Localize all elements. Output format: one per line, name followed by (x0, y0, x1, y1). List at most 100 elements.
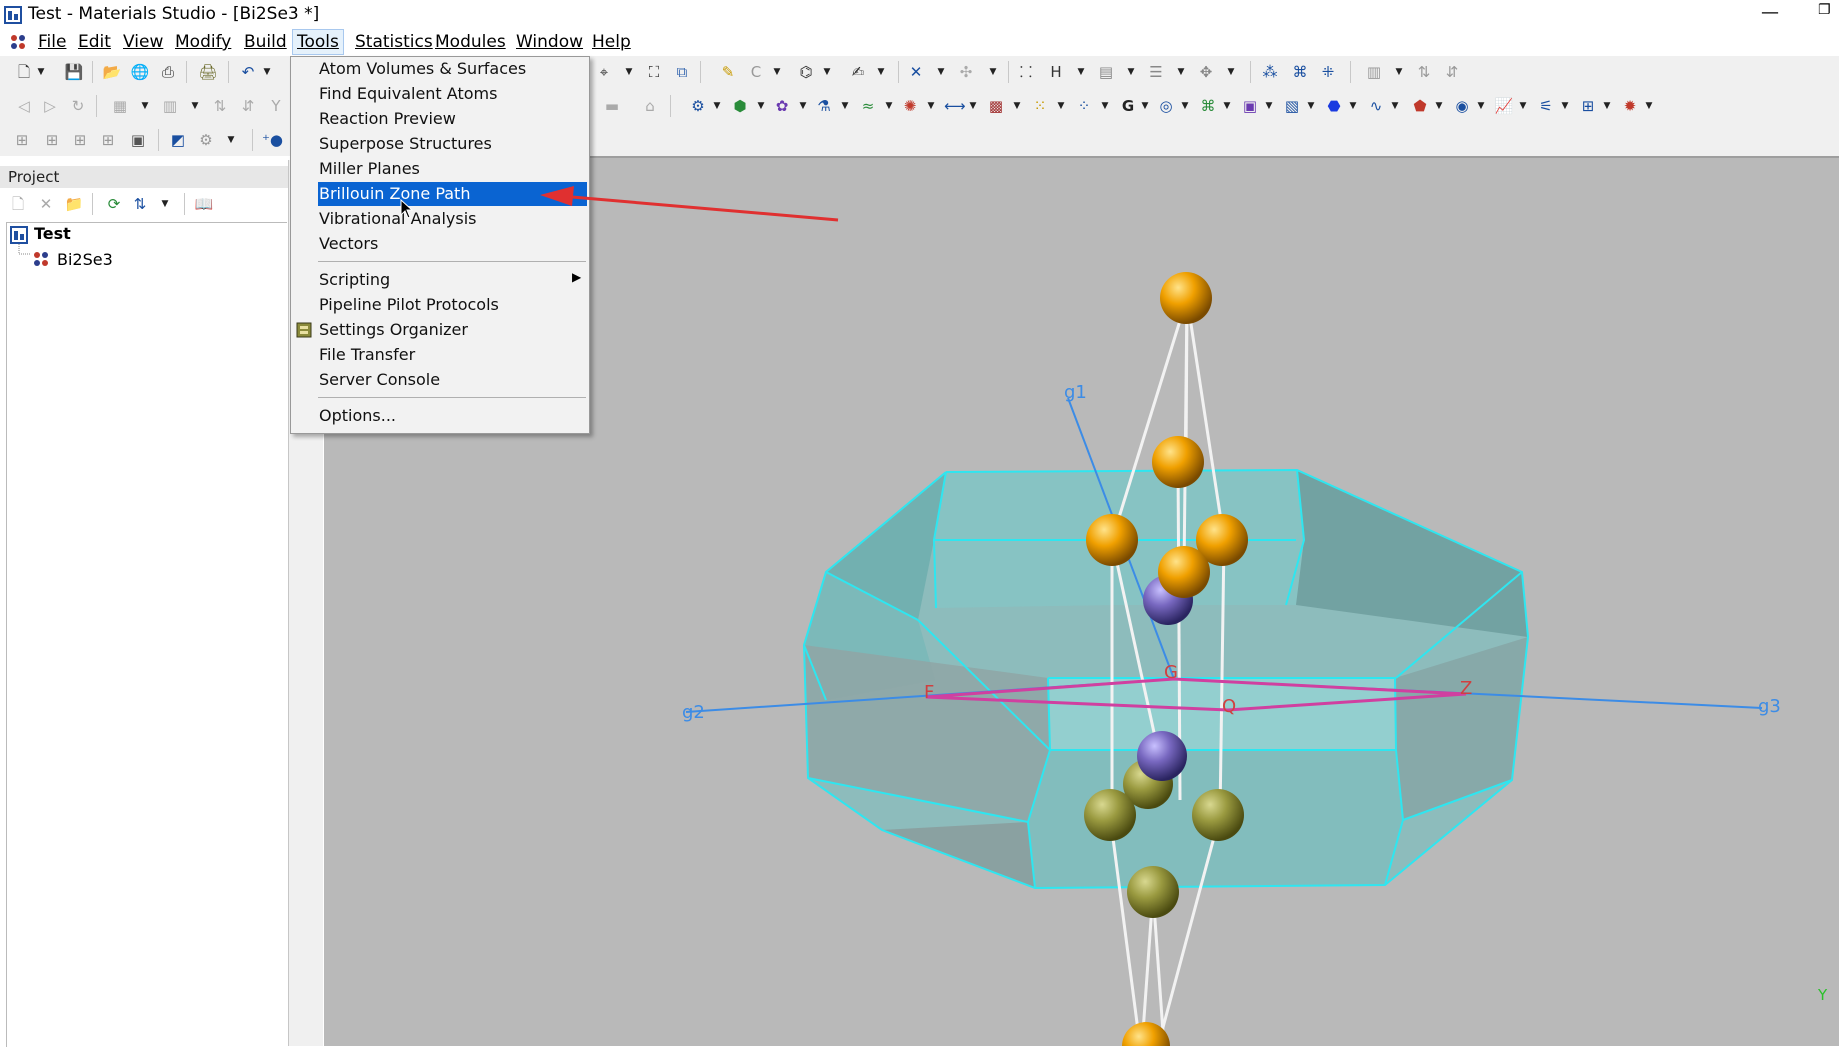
tree-item-test[interactable]: Test (34, 224, 71, 243)
module-conformers-icon[interactable]: ◉ (1452, 96, 1472, 116)
module-sphere-icon[interactable]: ⬣ (1324, 96, 1344, 116)
module-target-icon[interactable]: ◎ (1156, 96, 1176, 116)
menu-item-superpose-structures[interactable]: Superpose Structures (319, 132, 584, 156)
menu-modules[interactable]: Modules (431, 30, 510, 54)
move-dropdown-icon[interactable]: ▼ (1226, 62, 1236, 82)
module-morphology-icon[interactable]: ▧ (1282, 96, 1302, 116)
module-reflex-icon[interactable]: ∿ (1366, 96, 1386, 116)
sketch-pencil-icon[interactable]: ✎ (718, 62, 738, 82)
chart-dropdown-icon[interactable]: ▼ (1394, 62, 1404, 82)
menu-item-reaction-preview[interactable]: Reaction Preview (319, 107, 584, 131)
grid-layout-3-icon[interactable]: ⊞ (70, 130, 90, 150)
module-dropdown-icon[interactable]: ▼ (1264, 96, 1274, 116)
clean-dropdown-icon[interactable]: ▼ (936, 62, 946, 82)
open-folder-icon[interactable]: 📂 (102, 62, 122, 82)
undo-dropdown-icon[interactable]: ▼ (262, 62, 272, 82)
histogram-dropdown-icon[interactable]: ▼ (190, 96, 200, 116)
grid-layout-1-icon[interactable]: ⊞ (12, 130, 32, 150)
step-forward-icon[interactable]: ▷ (40, 96, 60, 116)
module-dropdown-icon[interactable]: ▼ (1476, 96, 1486, 116)
module-wave-icon[interactable]: ≈ (858, 96, 878, 116)
grid-layout-4-icon[interactable]: ⊞ (98, 130, 118, 150)
restore-button[interactable]: ❐ (1818, 2, 1838, 26)
document-system-icon[interactable] (8, 32, 28, 52)
module-adsorption-icon[interactable]: ⁙ (1030, 96, 1050, 116)
print-icon[interactable]: 🖨 (198, 62, 218, 82)
list-icon[interactable]: ☰ (1146, 62, 1166, 82)
sketch-ring-icon[interactable]: C (746, 62, 766, 82)
module-dropdown-icon[interactable]: ▼ (798, 96, 808, 116)
hydrogen-icon[interactable]: H (1046, 62, 1066, 82)
module-dropdown-icon[interactable]: ▼ (756, 96, 766, 116)
fit-to-screen-icon[interactable]: ⛶ (644, 62, 664, 82)
menu-item-vectors[interactable]: Vectors (319, 232, 584, 256)
element-dropdown-icon[interactable]: ▼ (876, 62, 886, 82)
menu-item-options[interactable]: Options... (319, 404, 584, 428)
menu-help[interactable]: Help (588, 30, 635, 54)
module-dropdown-icon[interactable]: ▼ (1602, 96, 1612, 116)
list-dropdown-icon[interactable]: ▼ (1176, 62, 1186, 82)
bar-icon[interactable]: ▬ (602, 96, 622, 116)
center-dropdown-icon[interactable]: ▼ (624, 62, 634, 82)
module-qmera-icon[interactable]: ⬟ (1410, 96, 1430, 116)
label-dropdown-icon[interactable]: ▼ (1126, 62, 1136, 82)
module-dropdown-icon[interactable]: ▼ (712, 96, 722, 116)
sketch-fragment-icon[interactable]: ⌬ (796, 62, 816, 82)
grid-layout-2-icon[interactable]: ⊞ (42, 130, 62, 150)
tree-item-bi2se3[interactable]: Bi2Se3 (57, 250, 113, 269)
reset-view-icon[interactable]: ⧉ (672, 62, 692, 82)
menu-build[interactable]: Build (240, 30, 291, 54)
sort-dropdown-icon[interactable]: ▼ (160, 194, 170, 214)
lattice-icon[interactable]: ⁜ (1318, 62, 1338, 82)
home-icon[interactable]: ⌂ (640, 96, 660, 116)
grid-icon[interactable]: ▦ (110, 96, 130, 116)
module-mesocite-icon[interactable]: ▩ (986, 96, 1006, 116)
module-dropdown-icon[interactable]: ▼ (1012, 96, 1022, 116)
sort-za-icon[interactable]: ⇵ (238, 96, 258, 116)
pin-icon[interactable]: ◩ (168, 130, 188, 150)
save-icon[interactable]: 💾 (64, 62, 84, 82)
export-icon[interactable]: ⎙ (158, 62, 178, 82)
workspace-icon[interactable]: ▣ (128, 130, 148, 150)
module-kinetix-icon[interactable]: ⌘ (1198, 96, 1218, 116)
module-amorphous-icon[interactable]: ⁘ (1074, 96, 1094, 116)
fragment-dropdown-icon[interactable]: ▼ (822, 62, 832, 82)
module-crystal-icon[interactable]: ▣ (1240, 96, 1260, 116)
menu-modify[interactable]: Modify (171, 30, 235, 54)
import-icon[interactable]: 🌐 (130, 62, 150, 82)
sort-descending-icon[interactable]: ⇵ (1442, 62, 1462, 82)
module-molecule-icon[interactable]: ✺ (900, 96, 920, 116)
module-castep-icon[interactable]: ⬢ (730, 96, 750, 116)
animate-icon[interactable]: ↻ (68, 96, 88, 116)
menu-item-settings-organizer[interactable]: Settings Organizer (319, 318, 584, 342)
module-dropdown-icon[interactable]: ▼ (884, 96, 894, 116)
menu-item-find-equivalent-atoms[interactable]: Find Equivalent Atoms (319, 82, 584, 106)
menu-item-atom-volumes[interactable]: Atom Volumes & Surfaces (319, 57, 584, 81)
menu-statistics[interactable]: Statistics (351, 30, 437, 54)
module-dropdown-icon[interactable]: ▼ (926, 96, 936, 116)
menu-item-server-console[interactable]: Server Console (319, 368, 584, 392)
module-dropdown-icon[interactable]: ▼ (1348, 96, 1358, 116)
module-forcite-icon[interactable]: ⚙ (688, 96, 708, 116)
module-gaussian-icon[interactable]: G (1118, 96, 1138, 116)
module-dropdown-icon[interactable]: ▼ (1434, 96, 1444, 116)
refresh-icon[interactable]: ⟳ (104, 194, 124, 214)
module-dropdown-icon[interactable]: ▼ (1518, 96, 1528, 116)
bond-calc-icon[interactable]: ✣ (956, 62, 976, 82)
module-dropdown-icon[interactable]: ▼ (968, 96, 978, 116)
delete-icon[interactable]: ✕ (36, 194, 56, 214)
module-atom-icon[interactable]: ✹ (1620, 96, 1640, 116)
undo-icon[interactable]: ↶ (238, 62, 258, 82)
label-icon[interactable]: ▤ (1096, 62, 1116, 82)
grid-dropdown-icon[interactable]: ▼ (140, 96, 150, 116)
filter-icon[interactable]: Y (266, 96, 286, 116)
new-document-icon[interactable]: 🗋 (14, 62, 34, 82)
sort-icon[interactable]: ⇅ (130, 194, 150, 214)
menu-item-scripting[interactable]: Scripting (319, 268, 584, 292)
sort-ascending-icon[interactable]: ⇅ (1414, 62, 1434, 82)
menu-tools[interactable]: Tools (292, 29, 344, 55)
ring-dropdown-icon[interactable]: ▼ (772, 62, 782, 82)
module-dropdown-icon[interactable]: ▼ (1222, 96, 1232, 116)
module-dmol-icon[interactable]: ✿ (772, 96, 792, 116)
center-icon[interactable]: ⌖ (594, 62, 614, 82)
